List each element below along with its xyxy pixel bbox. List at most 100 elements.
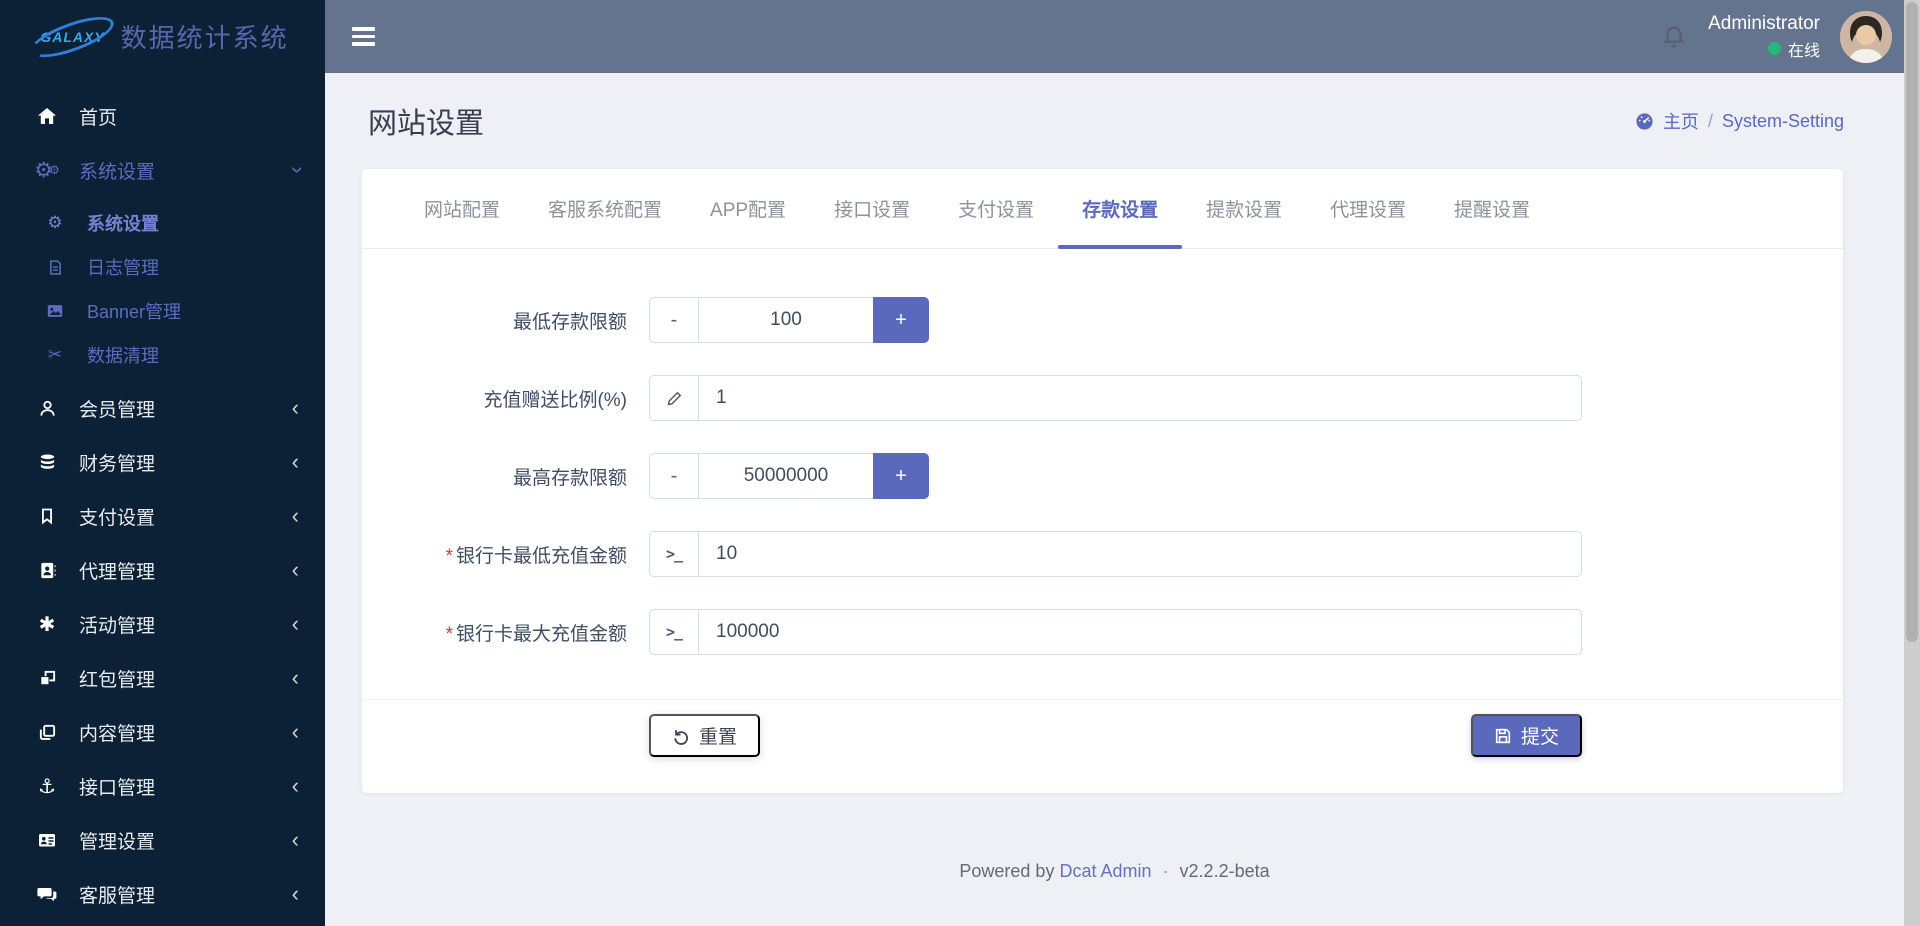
decrement-button[interactable]: - (649, 453, 699, 499)
sidebar-menu: 首页 ⚙ ⚙ 系统设置 ‹ ⚙ 系统设置 日志管理 Banner管理 ✂ 数据清… (0, 73, 325, 921)
username: Administrator (1708, 13, 1820, 35)
sidebar-subitem-log-management[interactable]: 日志管理 (0, 245, 325, 289)
sidebar-item-label: 接口管理 (79, 777, 156, 799)
sidebar-item-agent-management[interactable]: 代理管理 ‹ (0, 543, 325, 597)
scissors-icon: ✂ (47, 345, 63, 364)
chevron-left-icon: ‹ (291, 557, 299, 582)
chevron-left-icon: ‹ (291, 449, 299, 474)
submit-button[interactable]: 提交 (1470, 714, 1582, 757)
chevron-left-icon: ‹ (291, 719, 299, 744)
recharge-bonus-input[interactable] (699, 376, 1581, 420)
tab-website-config[interactable]: 网站配置 (400, 169, 524, 248)
reset-button[interactable]: 重置 (649, 714, 761, 757)
chevron-left-icon: ‹ (291, 503, 299, 528)
chevron-left-icon: ‹ (291, 395, 299, 420)
dcat-admin-link[interactable]: Dcat Admin (1059, 861, 1151, 881)
sidebar-item-label: 红包管理 (79, 669, 156, 691)
tab-payment-settings[interactable]: 支付设置 (934, 169, 1058, 248)
pencil-icon (650, 376, 699, 420)
page-footer: Powered by Dcat Admin · v2.2.2-beta (325, 861, 1904, 882)
bookmark-icon (33, 507, 61, 525)
increment-button[interactable]: + (873, 297, 929, 343)
app-title: 数据统计系统 (120, 23, 289, 53)
sidebar-item-payment-settings[interactable]: 支付设置 ‹ (0, 489, 325, 543)
chevron-left-icon: ‹ (291, 665, 299, 690)
chevron-left-icon: ‹ (291, 611, 299, 636)
sidebar-item-label: 客服管理 (79, 885, 156, 907)
recharge-bonus-group (649, 375, 1582, 421)
settings-card: 网站配置 客服系统配置 APP配置 接口设置 支付设置 存款设置 提款设置 代理… (362, 169, 1843, 793)
deposit-settings-form: 最低存款限额 - + 充值赠送比例(%) 最高存款限额 (362, 249, 1843, 757)
min-deposit-input[interactable] (699, 297, 873, 343)
user-menu[interactable]: Administrator 在线 (1708, 12, 1820, 61)
bank-card-min-input[interactable] (699, 532, 1581, 576)
sidebar-toggle-button[interactable] (352, 23, 375, 50)
tab-app-config[interactable]: APP配置 (686, 169, 810, 248)
database-icon (33, 453, 61, 472)
comments-icon (33, 884, 61, 904)
bank-card-min-label: * 银行卡最低充值金额 (445, 545, 627, 567)
bank-card-max-input[interactable] (699, 610, 1581, 654)
sidebar-subitem-label: 数据清理 (87, 346, 159, 366)
tab-deposit-settings[interactable]: 存款设置 (1058, 169, 1183, 249)
sidebar-item-api-management[interactable]: ⚓ 接口管理 ‹ (0, 759, 325, 813)
galaxy-logo-icon: GALAXY (36, 19, 108, 55)
scrollbar-thumb[interactable] (1906, 2, 1918, 642)
main-content: 网站设置 主页 / System-Setting 网站配置 客服系统配置 APP… (325, 73, 1904, 926)
sidebar-item-label: 首页 (79, 107, 118, 129)
sidebar: GALAXY 数据统计系统 首页 ⚙⚙ 系统设置 ‹ ⚙ 系统设置 日志管理 (0, 0, 325, 926)
min-deposit-spinner: - + (649, 297, 929, 343)
sidebar-subitem-data-cleanup[interactable]: ✂ 数据清理 (0, 333, 325, 377)
vertical-scrollbar[interactable] (1904, 0, 1920, 926)
form-footer: 重置 提交 (362, 699, 1843, 757)
sidebar-item-member-management[interactable]: 会员管理 ‹ (0, 381, 325, 435)
tab-reminder-settings[interactable]: 提醒设置 (1430, 169, 1554, 248)
terminal-icon: >_ (650, 610, 699, 654)
footer-separator: · (1162, 861, 1169, 881)
sidebar-item-content-management[interactable]: 内容管理 ‹ (0, 705, 325, 759)
undo-icon (672, 727, 690, 745)
sidebar-item-home[interactable]: 首页 (0, 89, 325, 143)
sidebar-subitem-label: 日志管理 (87, 258, 159, 278)
breadcrumb-home-link[interactable]: 主页 (1663, 108, 1699, 134)
overlapping-squares-icon (33, 669, 61, 688)
settings-tabs: 网站配置 客服系统配置 APP配置 接口设置 支付设置 存款设置 提款设置 代理… (362, 169, 1843, 249)
app-logo[interactable]: GALAXY 数据统计系统 (0, 0, 325, 73)
sidebar-subitem-banner-management[interactable]: Banner管理 (0, 289, 325, 333)
required-asterisk: * (445, 545, 453, 567)
sidebar-subitem-system-settings[interactable]: ⚙ 系统设置 (0, 201, 325, 245)
topbar: Administrator 在线 (325, 0, 1920, 73)
sidebar-item-admin-settings[interactable]: 管理设置 ‹ (0, 813, 325, 867)
sidebar-item-customer-service[interactable]: 客服管理 ‹ (0, 867, 325, 921)
topbar-right: Administrator 在线 (1660, 10, 1920, 63)
user-avatar[interactable] (1840, 10, 1892, 63)
decrement-button[interactable]: - (649, 297, 699, 343)
tab-agent-settings[interactable]: 代理设置 (1306, 169, 1430, 248)
sidebar-item-activity-management[interactable]: ✱ 活动管理 ‹ (0, 597, 325, 651)
notification-bell-icon[interactable] (1660, 23, 1688, 51)
page-header: 网站设置 主页 / System-Setting (325, 73, 1904, 169)
sidebar-item-finance-management[interactable]: 财务管理 ‹ (0, 435, 325, 489)
tab-api-settings[interactable]: 接口设置 (810, 169, 934, 248)
min-deposit-label: 最低存款限额 (512, 311, 627, 333)
sidebar-item-label: 活动管理 (79, 615, 156, 637)
powered-by-text: Powered by (959, 861, 1055, 881)
sidebar-subitem-label: Banner管理 (87, 302, 182, 322)
version-text: v2.2.2-beta (1179, 861, 1270, 881)
sidebar-item-label: 管理设置 (79, 831, 156, 853)
terminal-icon: >_ (650, 532, 699, 576)
cogs-icon: ⚙ ⚙ (34, 158, 60, 182)
sidebar-item-system-settings[interactable]: ⚙ ⚙ 系统设置 ‹ (0, 143, 325, 197)
address-book-icon (33, 561, 61, 580)
sidebar-item-label: 系统设置 (79, 161, 156, 183)
max-deposit-input[interactable] (699, 453, 873, 499)
file-text-icon (43, 259, 67, 276)
gear-icon: ⚙ (47, 213, 63, 232)
form-row: 最低存款限额 - + (362, 297, 1843, 343)
page-title: 网站设置 (368, 108, 485, 140)
breadcrumb-separator: / (1707, 110, 1713, 131)
increment-button[interactable]: + (873, 453, 929, 499)
tab-customer-service-config[interactable]: 客服系统配置 (524, 169, 686, 248)
sidebar-item-red-packet-management[interactable]: 红包管理 ‹ (0, 651, 325, 705)
tab-withdrawal-settings[interactable]: 提款设置 (1182, 169, 1306, 248)
